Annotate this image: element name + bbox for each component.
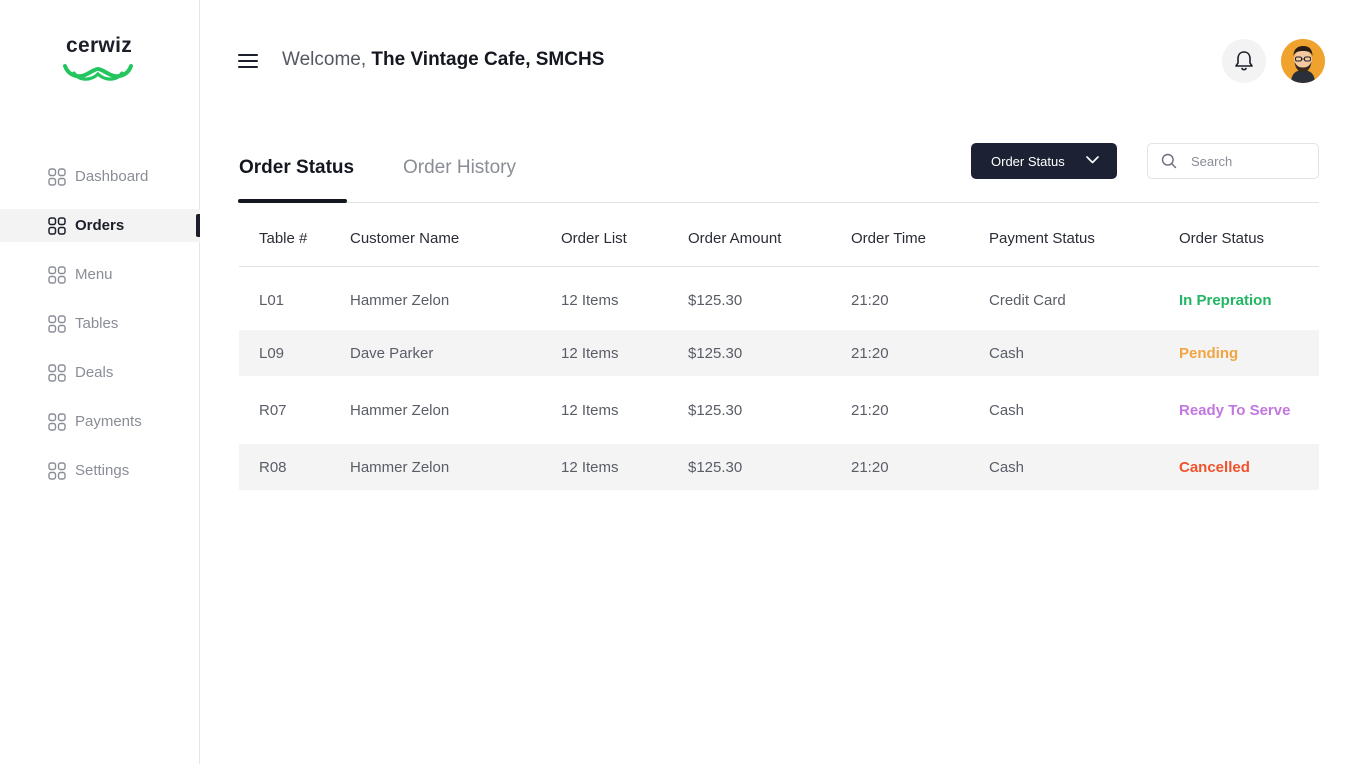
sidebar-item-label: Menu — [75, 266, 113, 283]
sidebar-item-menu[interactable]: Menu — [0, 258, 200, 291]
sidebar-item-tables[interactable]: Tables — [0, 307, 200, 340]
tab-order-history[interactable]: Order History — [403, 157, 516, 179]
column-header-order-time[interactable]: Order Time — [851, 230, 926, 247]
cell-order-list[interactable]: 12 Items — [561, 292, 619, 309]
active-tab-indicator — [238, 199, 347, 203]
cell-order-amount: $125.30 — [688, 401, 743, 419]
column-header-order-list[interactable]: Order List — [561, 230, 627, 247]
tab-order-status[interactable]: Order Status — [239, 157, 354, 179]
cell-customer-name: Hammer Zelon — [350, 401, 450, 419]
column-header-order-status[interactable]: Order Status — [1179, 230, 1264, 247]
welcome-prefix: Welcome, — [282, 49, 367, 70]
chevron-down-icon — [1086, 156, 1099, 164]
cell-table-number: R07 — [259, 401, 287, 419]
cell-order-amount: $125.30 — [688, 458, 743, 476]
cell-order-amount: $125.30 — [688, 344, 743, 362]
cell-order-time: 21:20 — [851, 401, 889, 419]
order-status-filter-label: Order Status — [991, 153, 1065, 169]
cell-customer-name: Dave Parker — [350, 344, 434, 362]
grid-icon — [48, 461, 66, 480]
sidebar-item-deals[interactable]: Deals — [0, 356, 200, 389]
cell-payment-status: Cash — [989, 458, 1025, 476]
order-status-filter-dropdown[interactable]: Order Status — [971, 143, 1117, 179]
sidebar-item-label: Settings — [75, 462, 130, 479]
restaurant-name: The Vintage Cafe, SMCHS — [371, 49, 605, 70]
cell-order-time: 21:20 — [851, 458, 889, 476]
column-header-table[interactable]: Table # — [259, 230, 307, 247]
grid-icon — [48, 314, 66, 333]
column-header-customer-name[interactable]: Customer Name — [350, 230, 459, 247]
cell-customer-name: Hammer Zelon — [350, 458, 450, 476]
sidebar: cerwiz Dashboard Orders Menu Tables Deal… — [0, 0, 200, 764]
sidebar-item-payments[interactable]: Payments — [0, 405, 200, 438]
sidebar-nav: Dashboard Orders Menu Tables Deals Payme… — [0, 160, 200, 503]
sidebar-item-label: Dashboard — [75, 168, 149, 185]
sidebar-item-dashboard[interactable]: Dashboard — [0, 160, 200, 193]
cell-table-number: L09 — [259, 344, 285, 362]
hamburger-menu-icon[interactable] — [238, 53, 258, 69]
cell-table-number: R08 — [259, 458, 287, 476]
brand-name: cerwiz — [66, 34, 132, 57]
cell-customer-name: Hammer Zelon — [350, 292, 450, 309]
cell-order-amount: $125.30 — [688, 292, 743, 309]
welcome-message: Welcome, The Vintage Cafe, SMCHS — [282, 49, 604, 71]
grid-icon — [48, 363, 66, 382]
search-input[interactable] — [1191, 153, 1301, 169]
sidebar-item-label: Orders — [75, 217, 125, 234]
search-icon — [1161, 153, 1177, 169]
table-row[interactable]: L01 Hammer Zelon 12 Items $125.30 21:20 … — [239, 267, 1319, 330]
sidebar-item-label: Tables — [75, 315, 119, 332]
cell-payment-status: Cash — [989, 344, 1025, 362]
brand-logo[interactable]: cerwiz — [62, 34, 138, 90]
column-header-payment-status[interactable]: Payment Status — [989, 230, 1095, 247]
table-row[interactable]: R08 Hammer Zelon 12 Items $125.30 21:20 … — [239, 444, 1319, 490]
table-row[interactable]: R07 Hammer Zelon 12 Items $125.30 21:20 … — [239, 376, 1319, 444]
grid-icon — [48, 167, 66, 186]
cell-order-time: 21:20 — [851, 292, 889, 309]
cell-order-list[interactable]: 12 Items — [561, 402, 619, 419]
cell-order-status[interactable]: Pending — [1179, 345, 1238, 362]
cell-payment-status: Cash — [989, 401, 1025, 419]
grid-icon — [48, 216, 66, 235]
cell-payment-status: Credit Card — [989, 292, 1066, 309]
cell-order-status[interactable]: Cancelled — [1179, 459, 1250, 476]
column-header-order-amount[interactable]: Order Amount — [688, 230, 781, 247]
notifications-button[interactable] — [1222, 39, 1266, 83]
cell-order-status[interactable]: In Prepration — [1179, 292, 1272, 309]
table-header-row: Table # Customer Name Order List Order A… — [239, 210, 1319, 267]
cell-order-status[interactable]: Ready To Serve — [1179, 402, 1290, 419]
sidebar-item-label: Deals — [75, 364, 114, 381]
user-avatar-illustration — [1281, 39, 1325, 83]
search-box[interactable] — [1147, 143, 1319, 179]
table-row[interactable]: L09 Dave Parker 12 Items $125.30 21:20 C… — [239, 330, 1319, 376]
mustache-icon — [63, 64, 133, 81]
cell-order-time: 21:20 — [851, 344, 889, 362]
sidebar-item-orders[interactable]: Orders — [0, 209, 200, 242]
cell-order-list[interactable]: 12 Items — [561, 459, 619, 476]
grid-icon — [48, 265, 66, 284]
bell-icon — [1235, 51, 1253, 71]
sidebar-item-settings[interactable]: Settings — [0, 454, 200, 487]
user-avatar[interactable] — [1281, 39, 1325, 83]
sidebar-item-label: Payments — [75, 413, 142, 430]
grid-icon — [48, 412, 66, 431]
cell-table-number: L01 — [259, 292, 285, 309]
orders-table: Table # Customer Name Order List Order A… — [239, 210, 1319, 490]
cell-order-list[interactable]: 12 Items — [561, 345, 619, 362]
